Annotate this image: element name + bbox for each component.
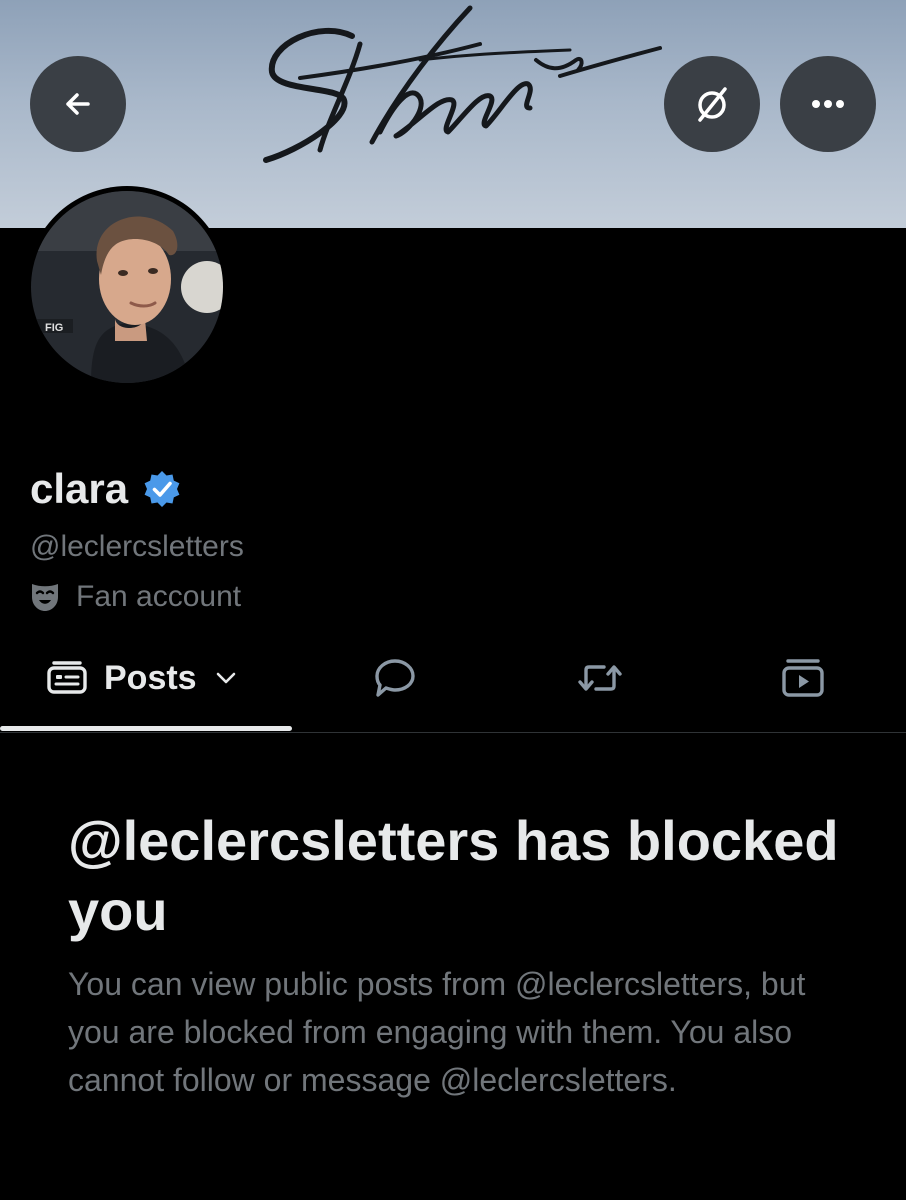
display-name: clara — [30, 465, 129, 512]
profile-tabs: Posts — [0, 640, 906, 733]
blocked-title: @leclercsletters has blocked you — [68, 809, 839, 942]
profile-handle: @leclercsletters — [30, 530, 244, 563]
video-stack-icon — [782, 659, 824, 697]
category-label: Fan account — [76, 580, 242, 613]
active-tab-indicator — [0, 726, 292, 731]
blocked-description: You can view public posts from @leclercs… — [68, 966, 806, 1098]
tab-reposts[interactable] — [576, 640, 624, 716]
avatar-photo: FIG — [31, 191, 223, 383]
tab-posts[interactable]: Posts — [46, 640, 239, 716]
profile-name-row: clara — [30, 462, 182, 516]
theater-mask-icon — [32, 584, 58, 611]
avatar[interactable]: FIG — [26, 186, 228, 388]
more-horizontal-icon — [812, 100, 844, 108]
arrow-left-icon — [66, 93, 90, 115]
tab-videos[interactable] — [780, 640, 826, 716]
tab-replies[interactable] — [372, 640, 418, 716]
speech-bubble-icon — [375, 659, 415, 697]
profile-category: Fan account — [30, 577, 241, 617]
more-options-button[interactable] — [780, 56, 876, 152]
svg-text:FIG: FIG — [45, 322, 63, 334]
grok-button[interactable] — [664, 56, 760, 152]
back-button[interactable] — [30, 56, 126, 152]
tab-posts-label: Posts — [104, 658, 197, 697]
posts-card-icon — [47, 661, 87, 694]
verified-badge-icon — [144, 471, 180, 507]
repost-arrows-icon — [578, 665, 622, 691]
chevron-down-icon[interactable] — [213, 665, 239, 691]
grok-slash-circle-icon — [698, 87, 727, 122]
